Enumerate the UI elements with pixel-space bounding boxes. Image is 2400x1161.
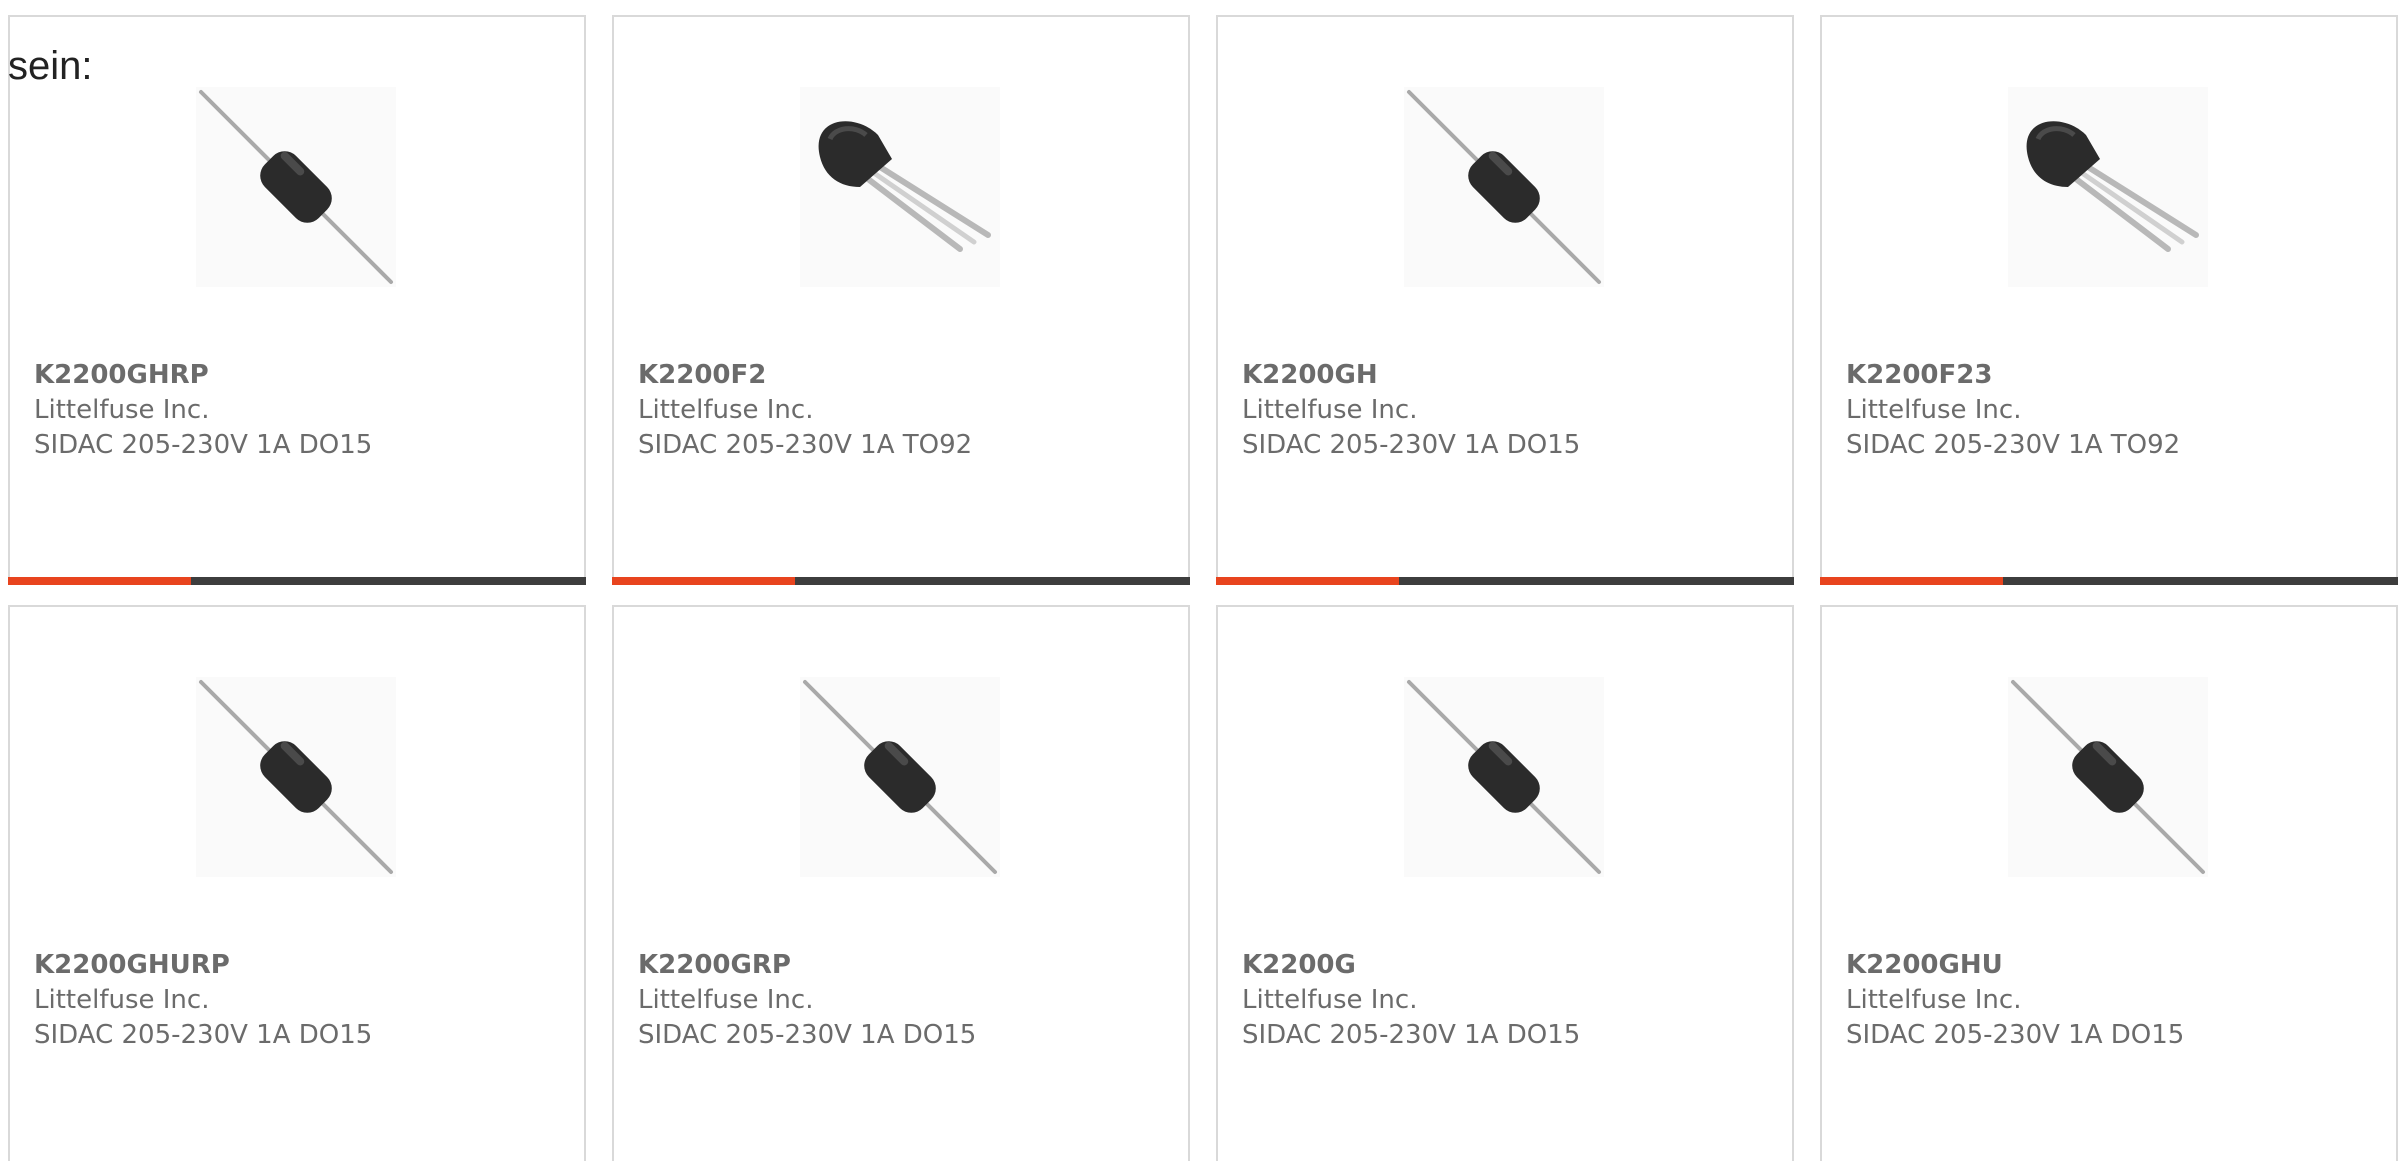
part-number[interactable]: K2200GH — [1242, 358, 1580, 393]
description: SIDAC 205-230V 1A DO15 — [1242, 1020, 1581, 1050]
description: SIDAC 205-230V 1A DO15 — [34, 1020, 373, 1050]
axial-diode-icon — [800, 677, 1000, 877]
accent-segment — [8, 577, 191, 585]
product-card[interactable]: K2200G Littelfuse Inc. SIDAC 205-230V 1A… — [1216, 605, 1794, 1161]
description: SIDAC 205-230V 1A TO92 — [638, 430, 973, 460]
part-number[interactable]: K2200GHU — [1846, 948, 2184, 983]
accent-segment — [1820, 577, 2003, 585]
manufacturer: Littelfuse Inc. — [1846, 395, 2022, 425]
product-info: K2200GHRP Littelfuse Inc. SIDAC 205-230V… — [34, 358, 372, 463]
manufacturer: Littelfuse Inc. — [1242, 985, 1418, 1015]
product-card[interactable]: K2200GHU Littelfuse Inc. SIDAC 205-230V … — [1820, 605, 2398, 1161]
product-card[interactable]: K2200GHRP Littelfuse Inc. SIDAC 205-230V… — [8, 15, 586, 585]
to92-package-icon — [2008, 87, 2208, 287]
description: SIDAC 205-230V 1A DO15 — [1242, 430, 1581, 460]
accent-segment — [612, 577, 795, 585]
manufacturer: Littelfuse Inc. — [638, 395, 814, 425]
product-card[interactable]: K2200GRP Littelfuse Inc. SIDAC 205-230V … — [612, 605, 1190, 1161]
description: SIDAC 205-230V 1A DO15 — [1846, 1020, 2185, 1050]
manufacturer: Littelfuse Inc. — [638, 985, 814, 1015]
card-footer-bar — [1216, 577, 1794, 585]
product-card[interactable]: K2200GH Littelfuse Inc. SIDAC 205-230V 1… — [1216, 15, 1794, 585]
card-footer-bar — [612, 577, 1190, 585]
axial-diode-icon — [1404, 677, 1604, 877]
description: SIDAC 205-230V 1A DO15 — [638, 1020, 977, 1050]
card-footer-bar — [8, 577, 586, 585]
product-card[interactable]: K2200F23 Littelfuse Inc. SIDAC 205-230V … — [1820, 15, 2398, 585]
to92-package-icon — [800, 87, 1000, 287]
axial-diode-icon — [196, 677, 396, 877]
product-info: K2200GHU Littelfuse Inc. SIDAC 205-230V … — [1846, 948, 2184, 1053]
description: SIDAC 205-230V 1A DO15 — [34, 430, 373, 460]
product-info: K2200F23 Littelfuse Inc. SIDAC 205-230V … — [1846, 358, 2180, 463]
manufacturer: Littelfuse Inc. — [1242, 395, 1418, 425]
product-grid-page: sein: K2200GHRP Littelfuse Inc. SIDAC 20… — [0, 0, 2400, 1161]
product-info: K2200G Littelfuse Inc. SIDAC 205-230V 1A… — [1242, 948, 1580, 1053]
manufacturer: Littelfuse Inc. — [34, 985, 210, 1015]
part-number[interactable]: K2200GRP — [638, 948, 976, 983]
manufacturer: Littelfuse Inc. — [1846, 985, 2022, 1015]
accent-segment — [1216, 577, 1399, 585]
product-info: K2200GRP Littelfuse Inc. SIDAC 205-230V … — [638, 948, 976, 1053]
axial-diode-icon — [2008, 677, 2208, 877]
axial-diode-icon — [196, 87, 396, 287]
description: SIDAC 205-230V 1A TO92 — [1846, 430, 2181, 460]
part-number[interactable]: K2200GHURP — [34, 948, 372, 983]
product-info: K2200GHURP Littelfuse Inc. SIDAC 205-230… — [34, 948, 372, 1053]
product-card[interactable]: K2200F2 Littelfuse Inc. SIDAC 205-230V 1… — [612, 15, 1190, 585]
product-info: K2200F2 Littelfuse Inc. SIDAC 205-230V 1… — [638, 358, 972, 463]
manufacturer: Littelfuse Inc. — [34, 395, 210, 425]
card-footer-bar — [1820, 577, 2398, 585]
product-info: K2200GH Littelfuse Inc. SIDAC 205-230V 1… — [1242, 358, 1580, 463]
page-label: sein: — [8, 44, 93, 88]
axial-diode-icon — [1404, 87, 1604, 287]
part-number[interactable]: K2200F2 — [638, 358, 972, 393]
product-card[interactable]: K2200GHURP Littelfuse Inc. SIDAC 205-230… — [8, 605, 586, 1161]
part-number[interactable]: K2200G — [1242, 948, 1580, 983]
part-number[interactable]: K2200F23 — [1846, 358, 2180, 393]
part-number[interactable]: K2200GHRP — [34, 358, 372, 393]
